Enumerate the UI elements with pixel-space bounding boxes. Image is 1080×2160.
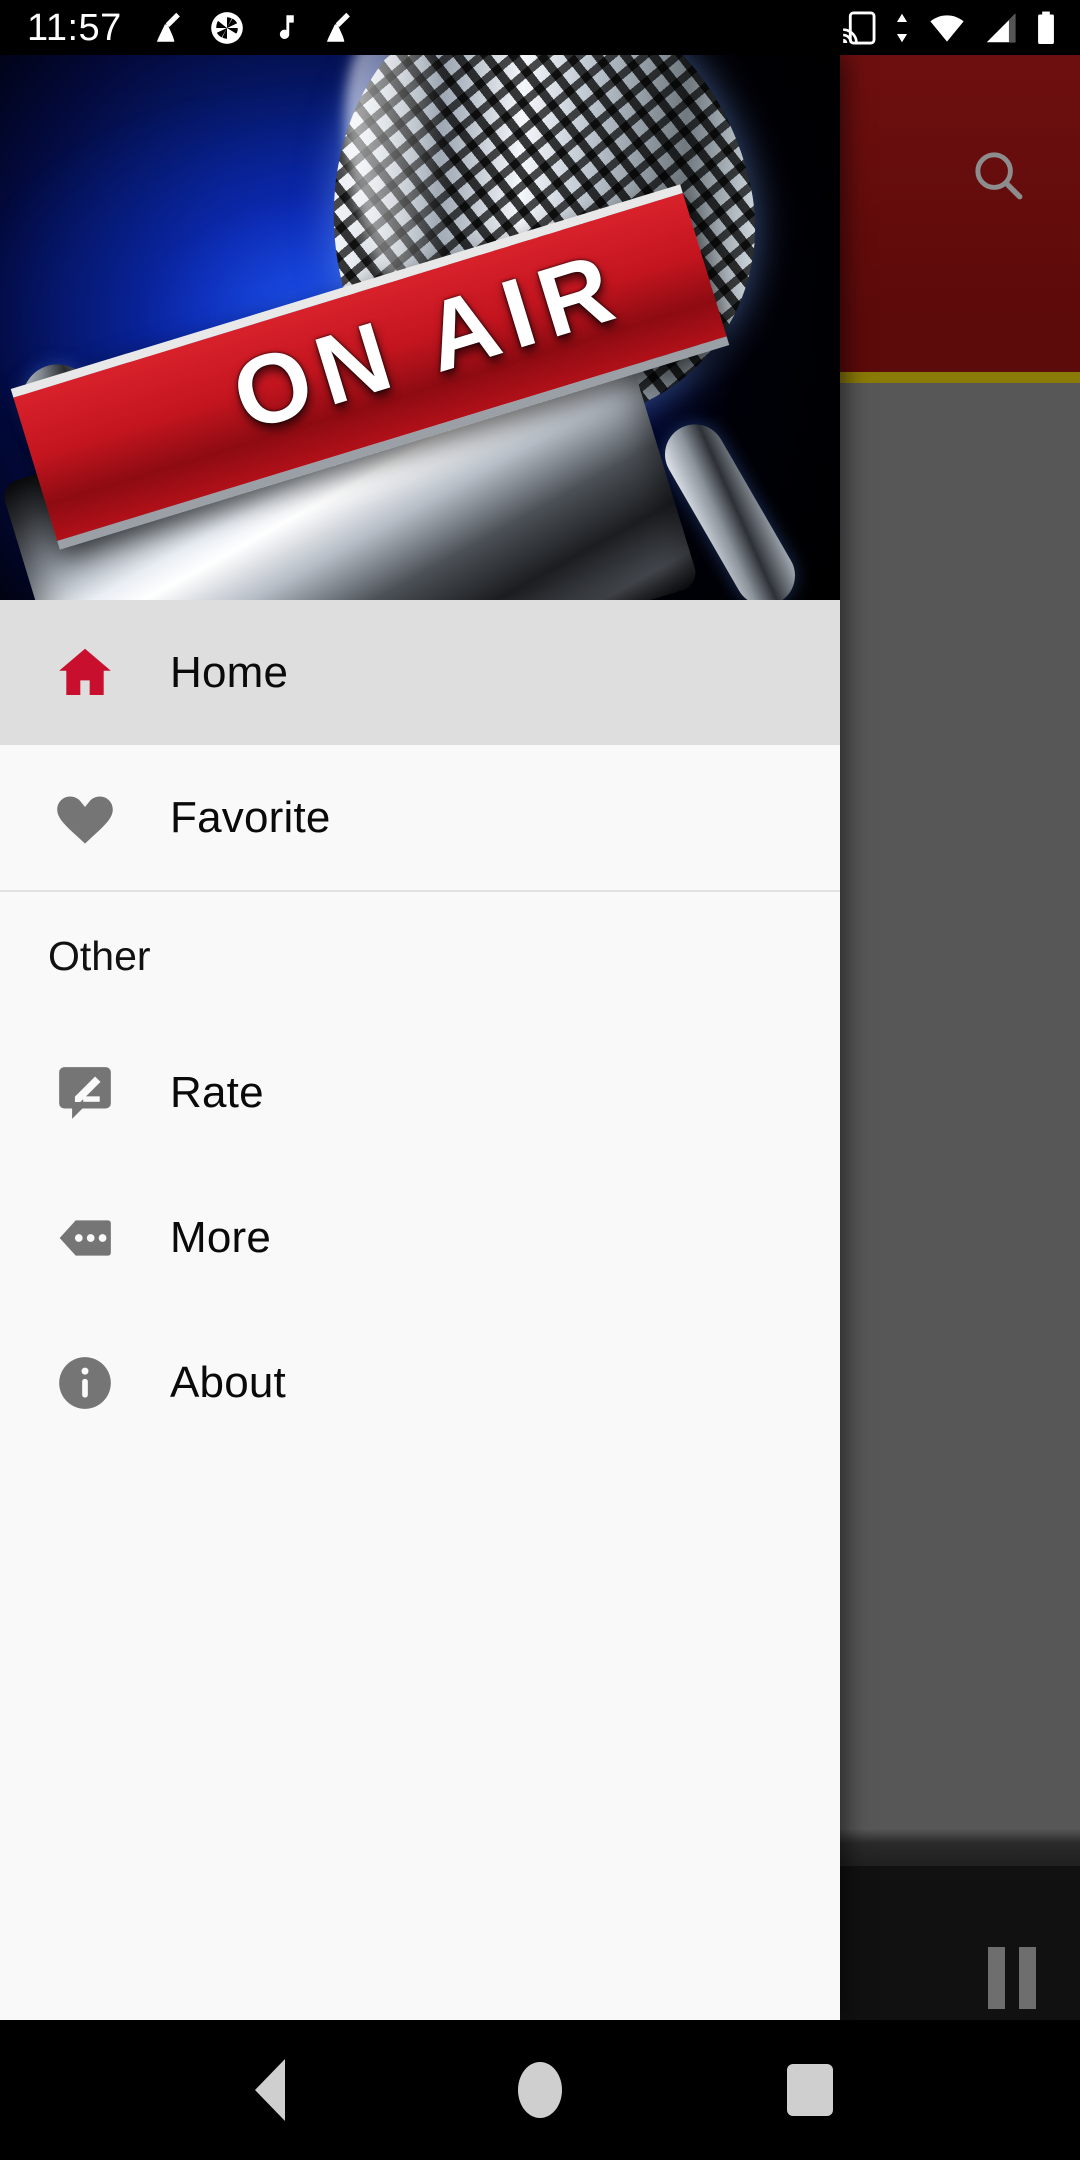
pause-icon — [988, 1947, 1005, 2009]
status-bar-clock: 11:57 — [27, 6, 122, 49]
drawer-header-image: ON AIR — [0, 55, 840, 600]
square-recents-icon — [787, 2064, 833, 2116]
drawer-item-favorite-label: Favorite — [170, 792, 331, 842]
drawer-item-home[interactable]: Home — [0, 600, 840, 745]
drawer-item-favorite[interactable]: Favorite — [0, 745, 840, 890]
drawer-item-about[interactable]: About — [0, 1310, 840, 1455]
cast-icon — [843, 11, 876, 44]
circle-home-icon — [518, 2062, 562, 2118]
nav-recents-button[interactable] — [720, 2020, 900, 2160]
home-icon — [0, 640, 170, 706]
info-icon — [0, 1352, 170, 1414]
status-bar: 11:57 — [0, 0, 1080, 55]
wifi-icon — [930, 14, 964, 42]
system-navigation-bar — [0, 2020, 1080, 2160]
triangle-back-icon — [255, 2059, 285, 2121]
rate-review-icon — [0, 1062, 170, 1124]
play-pause-button[interactable] — [962, 1928, 1062, 2020]
drawer-item-rate-label: Rate — [170, 1067, 264, 1117]
more-tag-icon — [0, 1207, 170, 1269]
battery-icon — [1038, 11, 1054, 44]
signal-icon — [986, 13, 1016, 42]
broom-icon — [326, 12, 350, 42]
drawer-item-about-label: About — [170, 1357, 286, 1407]
phone-screen: STATIONS ON AIR — [0, 0, 1080, 2160]
search-icon — [975, 152, 1023, 200]
status-bar-system-icons — [840, 9, 1058, 47]
drawer-section-other: Other — [48, 932, 151, 979]
data-transfer-icon — [896, 13, 908, 42]
nav-home-button[interactable] — [450, 2020, 630, 2160]
music-note-icon — [279, 14, 294, 39]
status-bar-notification-icons — [150, 9, 358, 47]
navigation-drawer: ON AIR Home Favorite Other Rate More Abo… — [0, 55, 840, 2020]
drawer-item-more-label: More — [170, 1212, 272, 1262]
broom-icon — [156, 12, 180, 42]
aperture-icon — [210, 11, 243, 44]
pause-icon-bar2 — [1019, 1947, 1036, 2009]
drawer-item-home-label: Home — [170, 647, 289, 697]
heart-icon — [0, 785, 170, 851]
search-button[interactable] — [950, 127, 1046, 223]
drawer-menu-list: Home Favorite Other Rate More About — [0, 600, 840, 1455]
drawer-item-rate[interactable]: Rate — [0, 1020, 840, 1165]
drawer-item-more[interactable]: More — [0, 1165, 840, 1310]
nav-back-button[interactable] — [180, 2020, 360, 2160]
